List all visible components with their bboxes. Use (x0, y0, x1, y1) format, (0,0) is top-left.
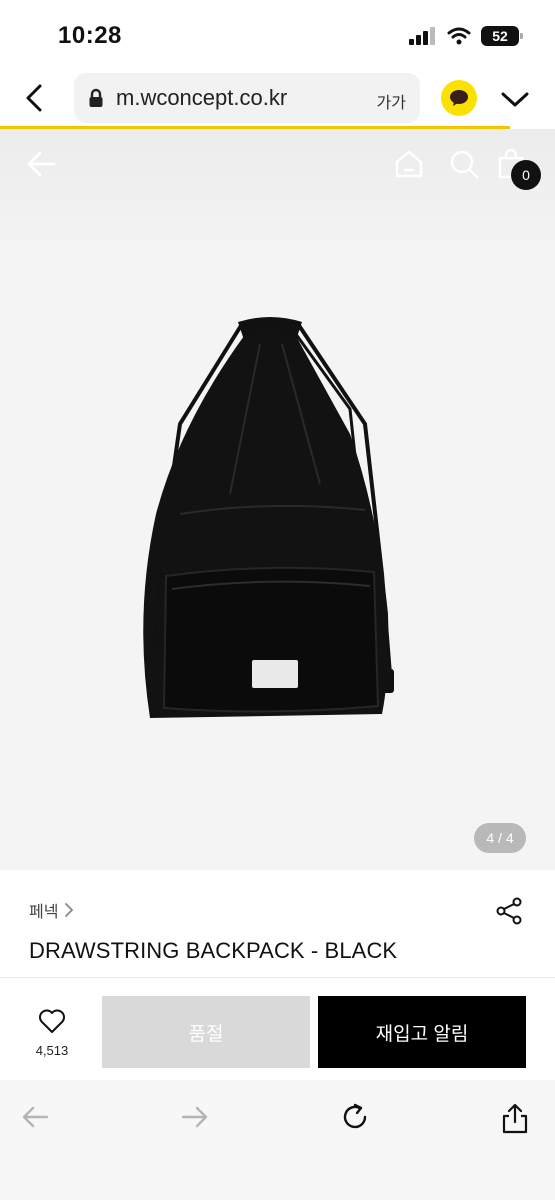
chevron-right-icon (65, 903, 74, 917)
cart-count-badge: 0 (511, 160, 541, 190)
page-indicator: 4 / 4 (474, 823, 526, 853)
nav-forward-button[interactable] (180, 1102, 210, 1137)
share-up-icon (502, 1103, 528, 1134)
search-icon (450, 150, 479, 179)
nav-forward-icon (181, 1106, 208, 1128)
product-title: DRAWSTRING BACKPACK - BLACK (29, 938, 398, 963)
brand-name: 페넥 (29, 904, 59, 921)
status-bar: 10:28 52 (0, 0, 555, 70)
home-button[interactable] (394, 149, 424, 184)
share-icon (496, 897, 522, 925)
wifi-icon (447, 27, 471, 45)
reload-icon (343, 1103, 367, 1129)
lock-icon (89, 88, 103, 107)
wishlist-button[interactable]: 4,513 (24, 1008, 80, 1058)
kakao-icon (450, 90, 468, 106)
url-bar[interactable]: m.wconcept.co.kr 가가 (74, 73, 420, 123)
browser-menu-button[interactable] (498, 82, 532, 116)
brand-link[interactable]: 페넥 (29, 898, 74, 922)
url-text: m.wconcept.co.kr (116, 85, 288, 110)
arrow-left-icon (27, 151, 56, 177)
heart-icon (39, 1009, 65, 1033)
home-icon (395, 150, 423, 178)
search-button[interactable] (449, 149, 479, 184)
purchase-action-bar: 4,513 품절 재입고 알림 (0, 978, 555, 1080)
browser-back-button[interactable] (18, 82, 50, 114)
restock-alert-button[interactable]: 재입고 알림 (318, 996, 526, 1068)
soldout-button[interactable]: 품절 (102, 996, 310, 1068)
browser-url-row: m.wconcept.co.kr 가가 (0, 70, 555, 128)
wish-count: 4,513 (35, 1043, 69, 1058)
kakao-button[interactable] (441, 80, 477, 116)
battery-indicator: 52 (481, 26, 523, 46)
browser-toolbar (0, 1080, 555, 1200)
nav-back-button[interactable] (20, 1102, 50, 1137)
status-time: 10:28 (58, 22, 122, 49)
share-button[interactable] (495, 897, 523, 930)
status-icons: 52 (409, 26, 523, 46)
share-page-button[interactable] (500, 1102, 530, 1139)
chevron-down-icon (501, 92, 529, 107)
nav-back-icon (22, 1106, 49, 1128)
product-image-carousel[interactable]: 0 4 / 4 (0, 129, 555, 870)
text-size-button[interactable]: 가가 (377, 89, 406, 113)
product-image (143, 317, 394, 718)
reload-button[interactable] (340, 1102, 370, 1137)
page-back-button[interactable] (26, 149, 58, 184)
back-chevron-icon (26, 84, 42, 112)
product-info: 페넥 DRAWSTRING BACKPACK - BLACK (0, 870, 555, 978)
signal-icon (409, 27, 435, 45)
